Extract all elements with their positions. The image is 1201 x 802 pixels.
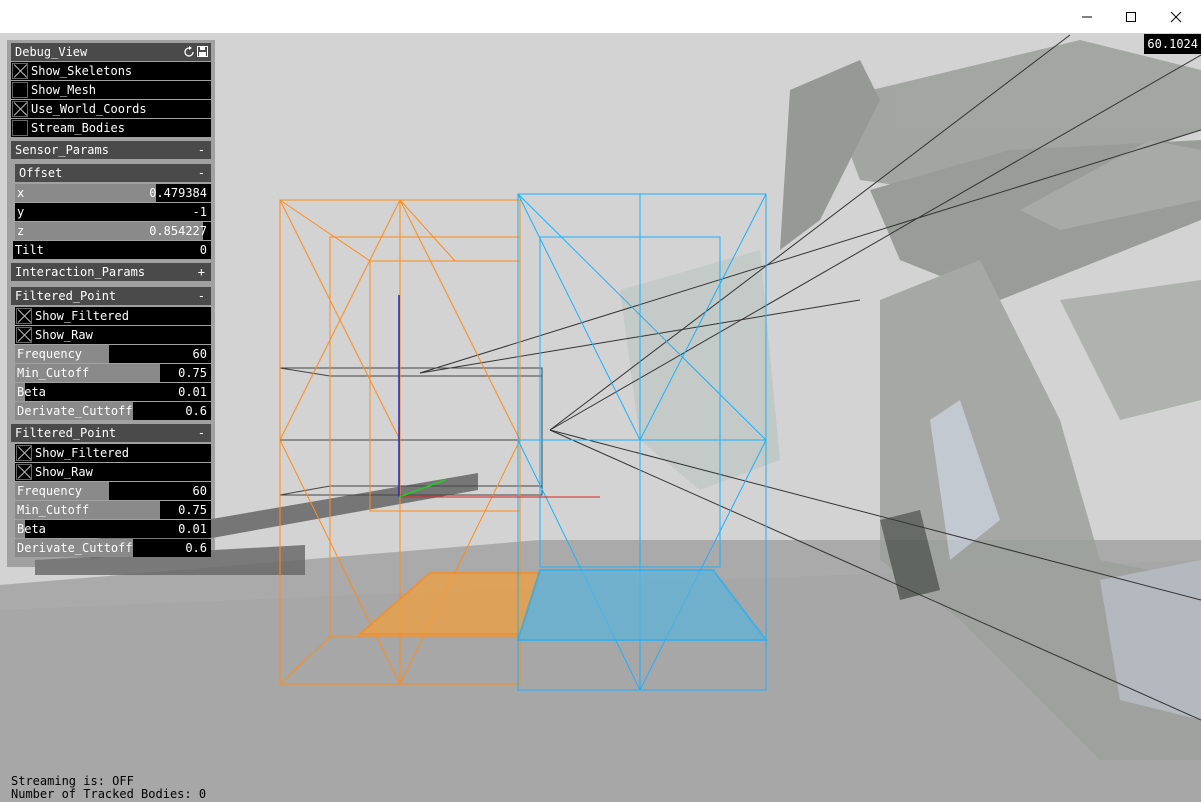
fp2-show-filtered-toggle[interactable]: Show_Filtered	[15, 444, 211, 462]
offset-header[interactable]: Offset -	[15, 164, 211, 182]
interaction-params-header[interactable]: Interaction_Params +	[11, 263, 211, 281]
toggle-use-world-coords[interactable]: Use_World_Coords	[11, 100, 211, 118]
slider-fill	[15, 184, 157, 202]
fp2-frequency-slider[interactable]: Frequency 60	[15, 482, 211, 500]
params-panel: Debug_View Show_Skeletons Show_Mesh Use_…	[7, 40, 215, 567]
filtered-point-2-header[interactable]: Filtered_Point -	[11, 424, 211, 442]
maximize-icon	[1126, 11, 1136, 22]
tilt-slider[interactable]: Tilt 0	[13, 241, 211, 259]
filtered-point-1-header[interactable]: Filtered_Point -	[11, 287, 211, 305]
checkbox[interactable]	[12, 101, 28, 117]
tracked-bodies-count: Number of Tracked Bodies: 0	[11, 787, 207, 801]
sensor-params-header[interactable]: Sensor_Params -	[11, 141, 211, 159]
offset-z-slider[interactable]: z 0.854227	[15, 222, 211, 240]
fp2-beta-slider[interactable]: Beta 0.01	[15, 520, 211, 538]
fp2-min-cutoff-slider[interactable]: Min_Cutoff 0.75	[15, 501, 211, 519]
window-titlebar	[0, 0, 1201, 33]
maximize-button[interactable]	[1108, 0, 1154, 33]
minimize-button[interactable]	[1064, 0, 1110, 33]
fp1-show-filtered-toggle[interactable]: Show_Filtered	[15, 307, 211, 325]
offset-x-slider[interactable]: x 0.479384	[15, 184, 211, 202]
fp1-beta-slider[interactable]: Beta 0.01	[15, 383, 211, 401]
save-icon[interactable]	[197, 46, 208, 57]
checkbox[interactable]	[16, 308, 32, 324]
checkbox[interactable]	[12, 63, 28, 79]
close-icon	[1170, 11, 1182, 22]
debug-view-title: Debug_View	[15, 45, 88, 59]
fp1-show-raw-toggle[interactable]: Show_Raw	[15, 326, 211, 344]
close-button[interactable]	[1153, 0, 1199, 33]
checkbox[interactable]	[16, 327, 32, 343]
toggle-show-mesh[interactable]: Show_Mesh	[11, 81, 211, 99]
minimize-icon	[1082, 16, 1092, 17]
refresh-icon[interactable]	[183, 46, 195, 58]
debug-view-header[interactable]: Debug_View	[11, 43, 211, 61]
fp2-show-raw-toggle[interactable]: Show_Raw	[15, 463, 211, 481]
checkbox[interactable]	[12, 120, 28, 136]
toggle-show-skeletons[interactable]: Show_Skeletons	[11, 62, 211, 80]
fp2-derivate-cutoff-slider[interactable]: Derivate_Cuttoff 0.6	[15, 539, 211, 557]
offset-y-slider[interactable]: y -1	[15, 203, 211, 221]
toggle-stream-bodies[interactable]: Stream_Bodies	[11, 119, 211, 137]
fp1-min-cutoff-slider[interactable]: Min_Cutoff 0.75	[15, 364, 211, 382]
fp1-frequency-slider[interactable]: Frequency 60	[15, 345, 211, 363]
checkbox[interactable]	[16, 464, 32, 480]
checkbox[interactable]	[12, 82, 28, 98]
fp1-derivate-cutoff-slider[interactable]: Derivate_Cuttoff 0.6	[15, 402, 211, 420]
checkbox[interactable]	[16, 445, 32, 461]
fps-counter: 60.1024	[1144, 34, 1201, 54]
